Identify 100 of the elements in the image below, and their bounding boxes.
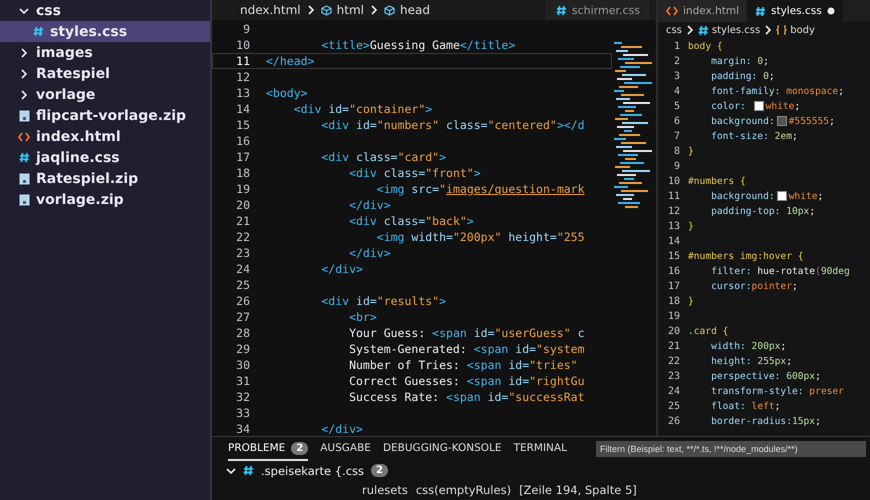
code-line: <img src="images/question-mark bbox=[376, 182, 585, 196]
problem-message[interactable]: rulesets bbox=[362, 482, 408, 496]
line-number: 18 bbox=[666, 296, 681, 307]
line-number: 18 bbox=[235, 166, 251, 180]
hash-icon bbox=[754, 6, 766, 16]
line-number: 19 bbox=[666, 311, 681, 322]
code-line: font-size: 2em; bbox=[710, 131, 798, 142]
hash-icon bbox=[698, 24, 709, 36]
code-line: <div class="front"> bbox=[348, 166, 481, 180]
code-line: width: 200px; bbox=[710, 341, 786, 352]
line-number: 19 bbox=[235, 182, 251, 196]
breadcrumb-item[interactable]: head bbox=[400, 3, 430, 17]
line-number: 25 bbox=[666, 401, 681, 412]
tab-label: PROBLEME bbox=[228, 442, 286, 454]
code-line: body { bbox=[688, 41, 723, 52]
code-line: </div> bbox=[320, 262, 363, 276]
line-number: 31 bbox=[235, 374, 251, 388]
line-number: 30 bbox=[235, 358, 251, 372]
hash-icon bbox=[32, 26, 44, 37]
file-name: styles.css bbox=[50, 24, 128, 40]
code-line: float: left; bbox=[710, 401, 780, 412]
file-tree-item[interactable]: images bbox=[0, 42, 210, 63]
breadcrumb-item[interactable]: ndex.html bbox=[240, 3, 301, 17]
line-number: 20 bbox=[666, 326, 681, 337]
file-tree-item[interactable]: Ratespiel bbox=[0, 63, 210, 84]
tab-label: TERMINAL bbox=[514, 442, 567, 454]
file-name[interactable]: .speisekarte {.css bbox=[261, 464, 364, 478]
line-number: 12 bbox=[235, 70, 251, 84]
file-tree-item[interactable]: styles.css bbox=[0, 21, 210, 42]
line-number: 13 bbox=[666, 221, 681, 232]
line-number: 17 bbox=[235, 150, 251, 164]
panel-tab[interactable]: PROBLEME 2 bbox=[228, 437, 308, 461]
breadcrumb-item[interactable]: styles.css bbox=[712, 24, 760, 36]
line-number: 17 bbox=[666, 281, 681, 292]
code-line: padding-top: 10px; bbox=[710, 206, 816, 217]
file-tree-item[interactable]: jaqline.css bbox=[0, 147, 210, 168]
tab-label: styles.css bbox=[770, 5, 822, 17]
file-name: jaqline.css bbox=[36, 150, 120, 166]
line-number: 24 bbox=[666, 386, 681, 397]
code-line: border-radius:15px; bbox=[710, 416, 821, 427]
chevron-down-icon bbox=[19, 6, 29, 16]
line-number: 16 bbox=[235, 134, 251, 148]
code-line: } bbox=[688, 221, 694, 232]
file-name: Ratespiel.zip bbox=[36, 170, 138, 186]
breadcrumb-item[interactable]: css bbox=[666, 24, 682, 36]
unsaved-dot-icon bbox=[826, 7, 835, 15]
line-number: 1 bbox=[672, 41, 681, 52]
filter-field[interactable]: Filtern (Beispiel: text, **/*.ts, !**/node_modules/**) bbox=[596, 441, 866, 457]
problem-source: css(emptyRules) bbox=[416, 482, 512, 496]
line-number: 15 bbox=[666, 251, 681, 262]
code-line: } bbox=[688, 296, 694, 307]
file-tree-item[interactable]: flipcart-vorlage.zip bbox=[0, 105, 210, 126]
editor-tab[interactable]: schirmer.css bbox=[546, 0, 650, 20]
line-number: 4 bbox=[672, 86, 681, 97]
code-line: <body> bbox=[266, 86, 308, 100]
count-badge: 2 bbox=[291, 442, 308, 454]
file-tree-item[interactable]: vorlage.zip bbox=[0, 189, 210, 210]
line-number: 5 bbox=[672, 101, 681, 112]
panel-tab[interactable]: DEBUGGING-KONSOLE bbox=[382, 437, 502, 461]
code-line: <img width="200px" height="255 bbox=[376, 230, 585, 244]
panel-tab[interactable]: TERMINAL bbox=[514, 437, 567, 461]
chevron-right-icon bbox=[306, 5, 316, 15]
hash-icon bbox=[243, 465, 254, 476]
code-line: </head> bbox=[266, 54, 314, 68]
editor-tab[interactable]: styles.css bbox=[746, 0, 843, 22]
breadcrumb-item[interactable]: body bbox=[790, 24, 815, 36]
code-line: cursor:pointer; bbox=[710, 281, 798, 292]
file-name: index.html bbox=[36, 128, 121, 144]
breadcrumb-item[interactable]: html bbox=[336, 3, 364, 17]
line-number: 21 bbox=[235, 214, 251, 228]
file-tree-item[interactable]: index.html bbox=[0, 126, 210, 147]
code-line: Correct Guesses: <span id="rightGu bbox=[348, 374, 585, 388]
code-line: background: #555555; bbox=[710, 116, 835, 127]
file-name: vorlage bbox=[36, 86, 96, 102]
line-number: 3 bbox=[672, 71, 681, 82]
line-number: 23 bbox=[666, 371, 681, 382]
code-line: Your Guess: <span id="userGuess" c bbox=[348, 326, 585, 340]
file-icon bbox=[18, 194, 30, 206]
line-number: 26 bbox=[666, 416, 681, 427]
line-number: 20 bbox=[235, 198, 251, 212]
cube-icon bbox=[320, 4, 332, 16]
code-line: } bbox=[688, 146, 694, 157]
line-number: 14 bbox=[235, 102, 251, 116]
code-line: height: 255px; bbox=[710, 356, 792, 367]
code-line: <div id="numbers" class="centered"></d bbox=[320, 118, 585, 132]
file-tree-item[interactable]: css bbox=[0, 0, 210, 21]
code-line: padding: 0; bbox=[710, 71, 775, 82]
file-tree-item[interactable]: Ratespiel.zip bbox=[0, 168, 210, 189]
count-badge: 2 bbox=[371, 464, 388, 477]
file-tree-item[interactable]: vorlage bbox=[0, 84, 210, 105]
hash-icon bbox=[18, 152, 30, 163]
editor-tab[interactable]: index.html bbox=[658, 0, 747, 22]
tab-label: index.html bbox=[683, 5, 739, 17]
file-icon bbox=[18, 172, 30, 184]
panel-tab[interactable]: AUSGABE bbox=[320, 437, 371, 461]
line-number: 15 bbox=[235, 118, 251, 132]
code-brackets-icon bbox=[666, 6, 678, 16]
file-name: images bbox=[36, 44, 93, 60]
line-number: 8 bbox=[672, 146, 681, 157]
chevron-right-icon bbox=[763, 25, 774, 35]
